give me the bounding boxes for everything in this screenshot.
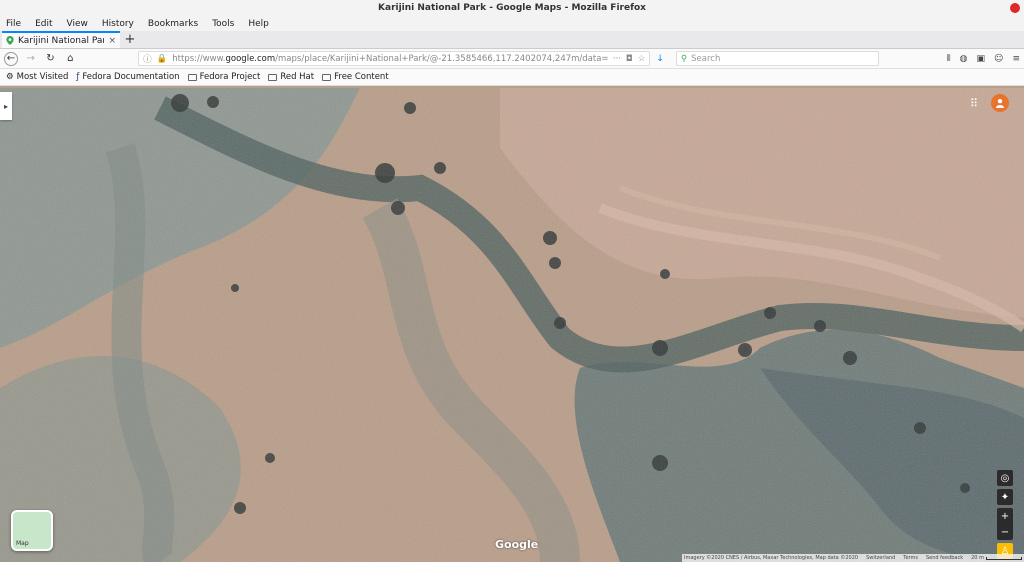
globe-icon[interactable]: ◎: [997, 470, 1013, 486]
forward-icon[interactable]: →: [24, 52, 38, 66]
home-icon[interactable]: ⌂: [63, 52, 77, 66]
nav-bar: ← → ↻ ⌂ ⓘ 🔒 https://www.google.com/maps/…: [0, 49, 1024, 69]
search-input[interactable]: Search: [691, 54, 720, 64]
person-icon: [996, 99, 1004, 108]
lock-icon: 🔒: [156, 53, 168, 64]
search-engine-icon[interactable]: ⚲: [681, 54, 687, 64]
bookmark-fedora-docs[interactable]: ƒ Fedora Documentation: [76, 72, 179, 82]
window-title: Karijini National Park - Google Maps - M…: [378, 3, 646, 13]
menu-file[interactable]: File: [6, 19, 21, 29]
tab-bar: Karijini National Park × +: [0, 31, 1024, 49]
satellite-map[interactable]: ▸ ⠿ Map Google ◎ ✦ + − ♙ Imagery ©2020 C…: [0, 88, 1024, 562]
maps-pin-icon: [6, 36, 14, 45]
compass-icon[interactable]: ✦: [997, 489, 1013, 505]
feedback-link[interactable]: Send feedback: [926, 555, 963, 561]
map-controls: ◎ ✦ + − ♙: [997, 470, 1013, 559]
menu-bar: File Edit View History Bookmarks Tools H…: [0, 16, 1024, 31]
open-menu-icon[interactable]: ≡: [1012, 54, 1020, 64]
bookmark-free-content[interactable]: Free Content: [322, 72, 389, 82]
menu-help[interactable]: Help: [248, 19, 269, 29]
bookmark-red-hat[interactable]: Red Hat: [268, 72, 314, 82]
menu-tools[interactable]: Tools: [212, 19, 234, 29]
zoom-out-button[interactable]: −: [997, 524, 1013, 540]
back-icon[interactable]: ←: [4, 51, 18, 66]
scale-bar[interactable]: 20 m: [971, 555, 1022, 561]
library-icon[interactable]: ⫴: [947, 54, 951, 64]
toolbar-icons: ⫴ ◍ ▣ ☺ ≡: [947, 54, 1020, 64]
download-icon[interactable]: ↓: [656, 54, 664, 64]
menu-edit[interactable]: Edit: [35, 19, 52, 29]
tab-close-icon[interactable]: ×: [108, 36, 116, 46]
google-logo: Google: [495, 538, 539, 551]
bookmarks-bar: ⚙ Most Visited ƒ Fedora Documentation Fedo…: [0, 69, 1024, 86]
menu-view[interactable]: View: [67, 19, 88, 29]
folder-icon: [268, 73, 278, 81]
imagery-attribution: Imagery ©2020 CNES / Airbus, Maxar Techn…: [684, 555, 859, 561]
bookmark-fedora-project[interactable]: Fedora Project: [187, 72, 260, 82]
gear-icon: ⚙: [6, 72, 14, 82]
tab-karijini[interactable]: Karijini National Park ×: [2, 31, 120, 48]
apps-grid-icon[interactable]: ⠿: [970, 97, 982, 110]
fedora-icon: ƒ: [76, 72, 80, 82]
page-actions-icon[interactable]: ···: [613, 54, 621, 64]
account-avatar-icon[interactable]: [991, 94, 1009, 112]
sidebar-toggle-icon[interactable]: ▸: [0, 92, 12, 120]
account-icon[interactable]: ☺: [994, 54, 1003, 64]
layer-label: Map: [16, 540, 29, 547]
new-tab-button[interactable]: +: [122, 32, 138, 48]
search-bar[interactable]: ⚲ Search: [675, 51, 879, 66]
terms-link[interactable]: Terms: [903, 555, 918, 561]
bookmark-star-icon[interactable]: ☆: [638, 54, 646, 64]
url-text: https://www.google.com/maps/place/Kariji…: [172, 53, 608, 64]
info-icon[interactable]: ⓘ: [143, 53, 152, 65]
zoom-controls: + −: [997, 508, 1013, 540]
sidebar-icon[interactable]: ▣: [977, 54, 986, 64]
window-close-icon[interactable]: [1010, 3, 1020, 13]
bookmark-most-visited[interactable]: ⚙ Most Visited: [6, 72, 68, 82]
satellite-imagery: [0, 88, 1024, 562]
folder-icon: [187, 73, 197, 81]
tab-label: Karijini National Park: [18, 35, 105, 46]
zoom-in-button[interactable]: +: [997, 508, 1013, 524]
pocket-icon[interactable]: ◘: [626, 54, 633, 64]
window-titlebar: Karijini National Park - Google Maps - M…: [0, 0, 1024, 16]
menu-history[interactable]: History: [102, 19, 134, 29]
reload-icon[interactable]: ↻: [44, 52, 58, 66]
menu-bookmarks[interactable]: Bookmarks: [148, 19, 198, 29]
folder-icon: [322, 73, 332, 81]
country-link[interactable]: Switzerland: [866, 555, 895, 561]
map-layer-toggle[interactable]: Map: [11, 510, 53, 551]
extension-icon[interactable]: ◍: [960, 54, 968, 64]
url-bar[interactable]: ⓘ 🔒 https://www.google.com/maps/place/Ka…: [138, 51, 651, 66]
map-footer: Imagery ©2020 CNES / Airbus, Maxar Techn…: [682, 554, 1024, 562]
